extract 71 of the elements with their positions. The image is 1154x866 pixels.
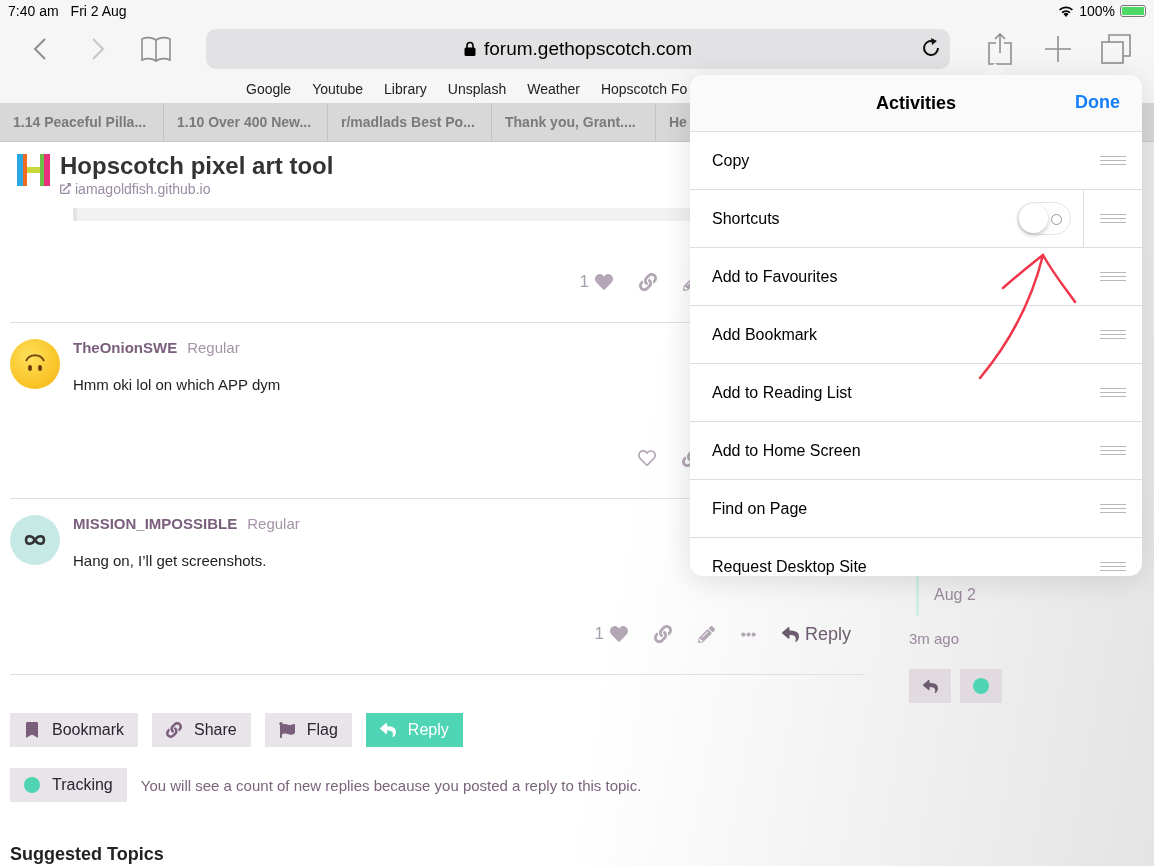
emoji-avatar[interactable] bbox=[10, 339, 60, 389]
reply-icon bbox=[922, 678, 938, 694]
topic-title: Hopscotch pixel art tool bbox=[60, 152, 334, 180]
activity-label: Copy bbox=[712, 151, 751, 170]
activity-label: Request Desktop Site bbox=[712, 557, 868, 576]
tracking-button[interactable]: Tracking bbox=[10, 768, 127, 802]
suggested-topics-heading: Suggested Topics bbox=[10, 844, 165, 865]
tracking-button[interactable] bbox=[960, 669, 1002, 703]
status-time: 7:40 am bbox=[8, 3, 59, 19]
reply-button[interactable] bbox=[909, 669, 951, 703]
drag-handle-icon[interactable] bbox=[1100, 156, 1126, 165]
tracking-description: You will see a count of new replies because you posted a reply to this topic. bbox=[140, 776, 642, 794]
activity-label: Find on Page bbox=[712, 499, 809, 518]
timeline-rail[interactable] bbox=[916, 576, 919, 616]
drag-handle-icon[interactable] bbox=[1100, 446, 1126, 455]
reply-link[interactable]: Reply bbox=[781, 623, 851, 645]
share-button[interactable]: Share bbox=[152, 713, 251, 747]
external-link-icon bbox=[60, 183, 71, 194]
avatar-icon[interactable] bbox=[10, 515, 60, 565]
bookmark-link[interactable]: Google bbox=[246, 81, 292, 97]
bookmark-link[interactable]: Hopscotch Fo bbox=[600, 81, 688, 97]
battery-icon bbox=[1120, 5, 1146, 17]
like-count: 1 bbox=[594, 624, 604, 644]
reply-icon bbox=[379, 722, 396, 738]
flag-icon bbox=[278, 722, 295, 738]
link-icon bbox=[166, 722, 183, 738]
reload-icon[interactable] bbox=[920, 36, 942, 59]
post-text: Hang on, I’ll get screenshots. bbox=[73, 552, 268, 569]
bookmark-link[interactable]: Youtube bbox=[312, 81, 364, 97]
toggle-switch[interactable] bbox=[1017, 202, 1071, 235]
url-text: forum.gethopscotch.com bbox=[483, 37, 692, 60]
activity-label: Add to Reading List bbox=[712, 383, 853, 402]
activity-label: Add to Favourites bbox=[712, 267, 839, 286]
drag-handle-icon[interactable] bbox=[1100, 562, 1126, 571]
popover-title: Activities bbox=[875, 92, 956, 114]
timeline-time: 3m ago bbox=[909, 630, 961, 647]
flag-button[interactable]: Flag bbox=[264, 713, 352, 747]
pencil-icon[interactable] bbox=[697, 625, 715, 643]
link-icon[interactable] bbox=[639, 273, 657, 291]
address-bar[interactable]: forum.gethopscotch.com bbox=[206, 28, 950, 69]
like-count: 1 bbox=[579, 272, 589, 292]
link-icon[interactable] bbox=[653, 625, 672, 643]
post-text: Hmm oki lol on which APP dym bbox=[73, 376, 281, 393]
bookmark-button[interactable]: Bookmark bbox=[10, 713, 139, 747]
username[interactable]: MISSION_IMPOSSIBLE bbox=[73, 515, 238, 532]
hopscotch-logo bbox=[17, 152, 50, 188]
drag-handle-icon[interactable] bbox=[1100, 504, 1126, 513]
lock-icon bbox=[463, 41, 476, 56]
drag-handle-icon[interactable] bbox=[1100, 214, 1126, 223]
wifi-icon bbox=[1058, 5, 1075, 17]
activity-label: Add Bookmark bbox=[712, 325, 818, 344]
done-button[interactable]: Done bbox=[1075, 92, 1120, 113]
username[interactable]: TheOnionSWE bbox=[73, 339, 178, 356]
user-title: Regular bbox=[187, 339, 240, 356]
heart-icon[interactable] bbox=[609, 625, 628, 643]
battery-percent: 100% bbox=[1079, 3, 1115, 19]
drag-handle-icon[interactable] bbox=[1100, 330, 1126, 339]
timeline-date: Aug 2 bbox=[934, 585, 976, 605]
activity-label: Add to Home Screen bbox=[712, 441, 862, 460]
reply-icon bbox=[781, 625, 799, 643]
heart-icon[interactable] bbox=[638, 449, 656, 467]
bookmark-icon bbox=[24, 722, 40, 738]
drag-handle-icon[interactable] bbox=[1100, 388, 1126, 397]
drag-handle-icon[interactable] bbox=[1100, 272, 1126, 281]
bookmark-link[interactable]: Library bbox=[384, 81, 427, 97]
activity-label: Shortcuts bbox=[712, 209, 781, 228]
bookmark-link[interactable]: Unsplash bbox=[447, 81, 507, 97]
status-date: Fri 2 Aug bbox=[70, 3, 127, 19]
bookmark-link[interactable]: Weather bbox=[527, 81, 580, 97]
heart-icon[interactable] bbox=[595, 273, 613, 291]
user-title: Regular bbox=[247, 515, 300, 532]
